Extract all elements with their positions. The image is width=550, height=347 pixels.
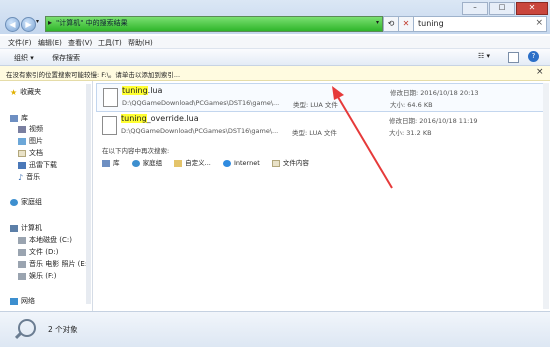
annotation-arrow: [332, 86, 393, 189]
search-icon-handle: [14, 331, 23, 340]
item-count: 2 个对象: [48, 325, 78, 334]
arrow-head: [332, 86, 344, 100]
status-bar: 2 个对象: [0, 311, 550, 347]
arrow-shaft: [337, 96, 393, 189]
